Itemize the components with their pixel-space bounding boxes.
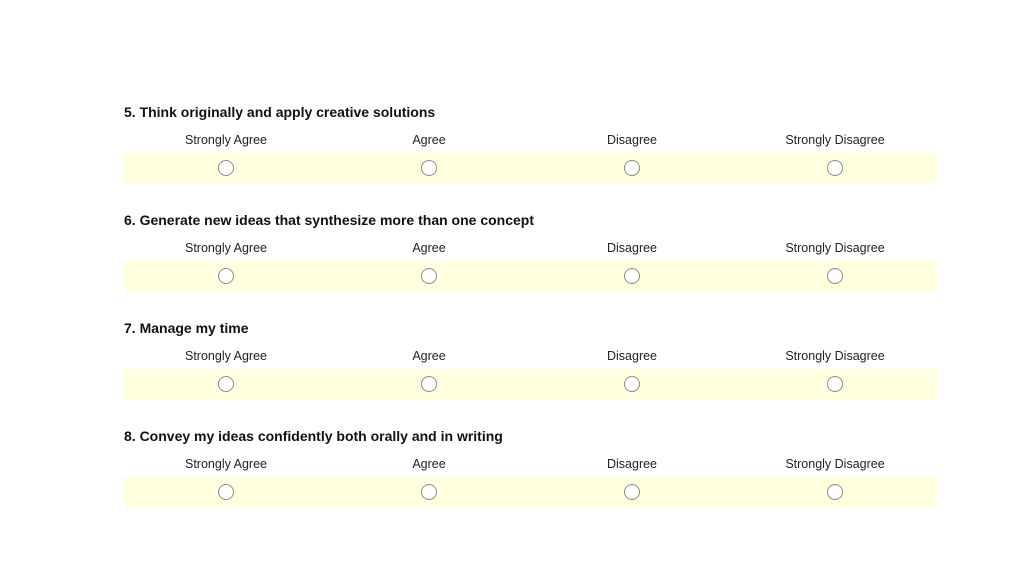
question-8: 8. Convey my ideas confidently both oral… [124,424,937,532]
scale-label-agree: Agree [412,241,446,255]
question-title: 8. Convey my ideas confidently both oral… [124,428,503,444]
radio-agree[interactable] [421,484,437,500]
scale-label-disagree: Disagree [606,133,658,147]
scale-label-agree: Agree [412,349,446,363]
scale-labels: Strongly Agree Agree Disagree Strongly D… [124,133,937,149]
scale-label-strongly-disagree: Strongly Disagree [785,457,885,471]
question-7: 7. Manage my time Strongly Agree Agree D… [124,316,937,424]
scale-label-strongly-agree: Strongly Agree [185,349,267,363]
scale-labels: Strongly Agree Agree Disagree Strongly D… [124,349,937,365]
question-6: 6. Generate new ideas that synthesize mo… [124,208,937,316]
question-title: 6. Generate new ideas that synthesize mo… [124,212,535,228]
scale-labels: Strongly Agree Agree Disagree Strongly D… [124,241,937,257]
radio-disagree[interactable] [624,376,640,392]
scale-label-strongly-disagree: Strongly Disagree [785,241,885,255]
radio-strongly-agree[interactable] [218,484,234,500]
scale-label-disagree: Disagree [606,349,658,363]
question-5: 5. Think originally and apply creative s… [124,100,937,208]
scale-label-strongly-disagree: Strongly Disagree [785,349,885,363]
radio-row [124,477,937,508]
radio-strongly-disagree[interactable] [827,268,843,284]
radio-disagree[interactable] [624,268,640,284]
scale-label-strongly-disagree: Strongly Disagree [785,133,885,147]
radio-agree[interactable] [421,268,437,284]
question-title: 7. Manage my time [124,320,249,336]
scale-label-agree: Agree [412,457,446,471]
radio-strongly-disagree[interactable] [827,160,843,176]
radio-agree[interactable] [421,376,437,392]
radio-strongly-agree[interactable] [218,268,234,284]
radio-disagree[interactable] [624,484,640,500]
radio-disagree[interactable] [624,160,640,176]
scale-label-disagree: Disagree [606,457,658,471]
radio-row [124,369,937,400]
scale-label-agree: Agree [412,133,446,147]
radio-agree[interactable] [421,160,437,176]
scale-label-strongly-agree: Strongly Agree [185,133,267,147]
scale-label-strongly-agree: Strongly Agree [185,457,267,471]
radio-strongly-disagree[interactable] [827,484,843,500]
scale-label-strongly-agree: Strongly Agree [185,241,267,255]
radio-strongly-agree[interactable] [218,160,234,176]
scale-label-disagree: Disagree [606,241,658,255]
radio-strongly-disagree[interactable] [827,376,843,392]
scale-labels: Strongly Agree Agree Disagree Strongly D… [124,457,937,473]
survey-form: 5. Think originally and apply creative s… [124,100,937,532]
radio-row [124,153,937,184]
radio-strongly-agree[interactable] [218,376,234,392]
radio-row [124,261,937,292]
question-title: 5. Think originally and apply creative s… [124,104,436,120]
